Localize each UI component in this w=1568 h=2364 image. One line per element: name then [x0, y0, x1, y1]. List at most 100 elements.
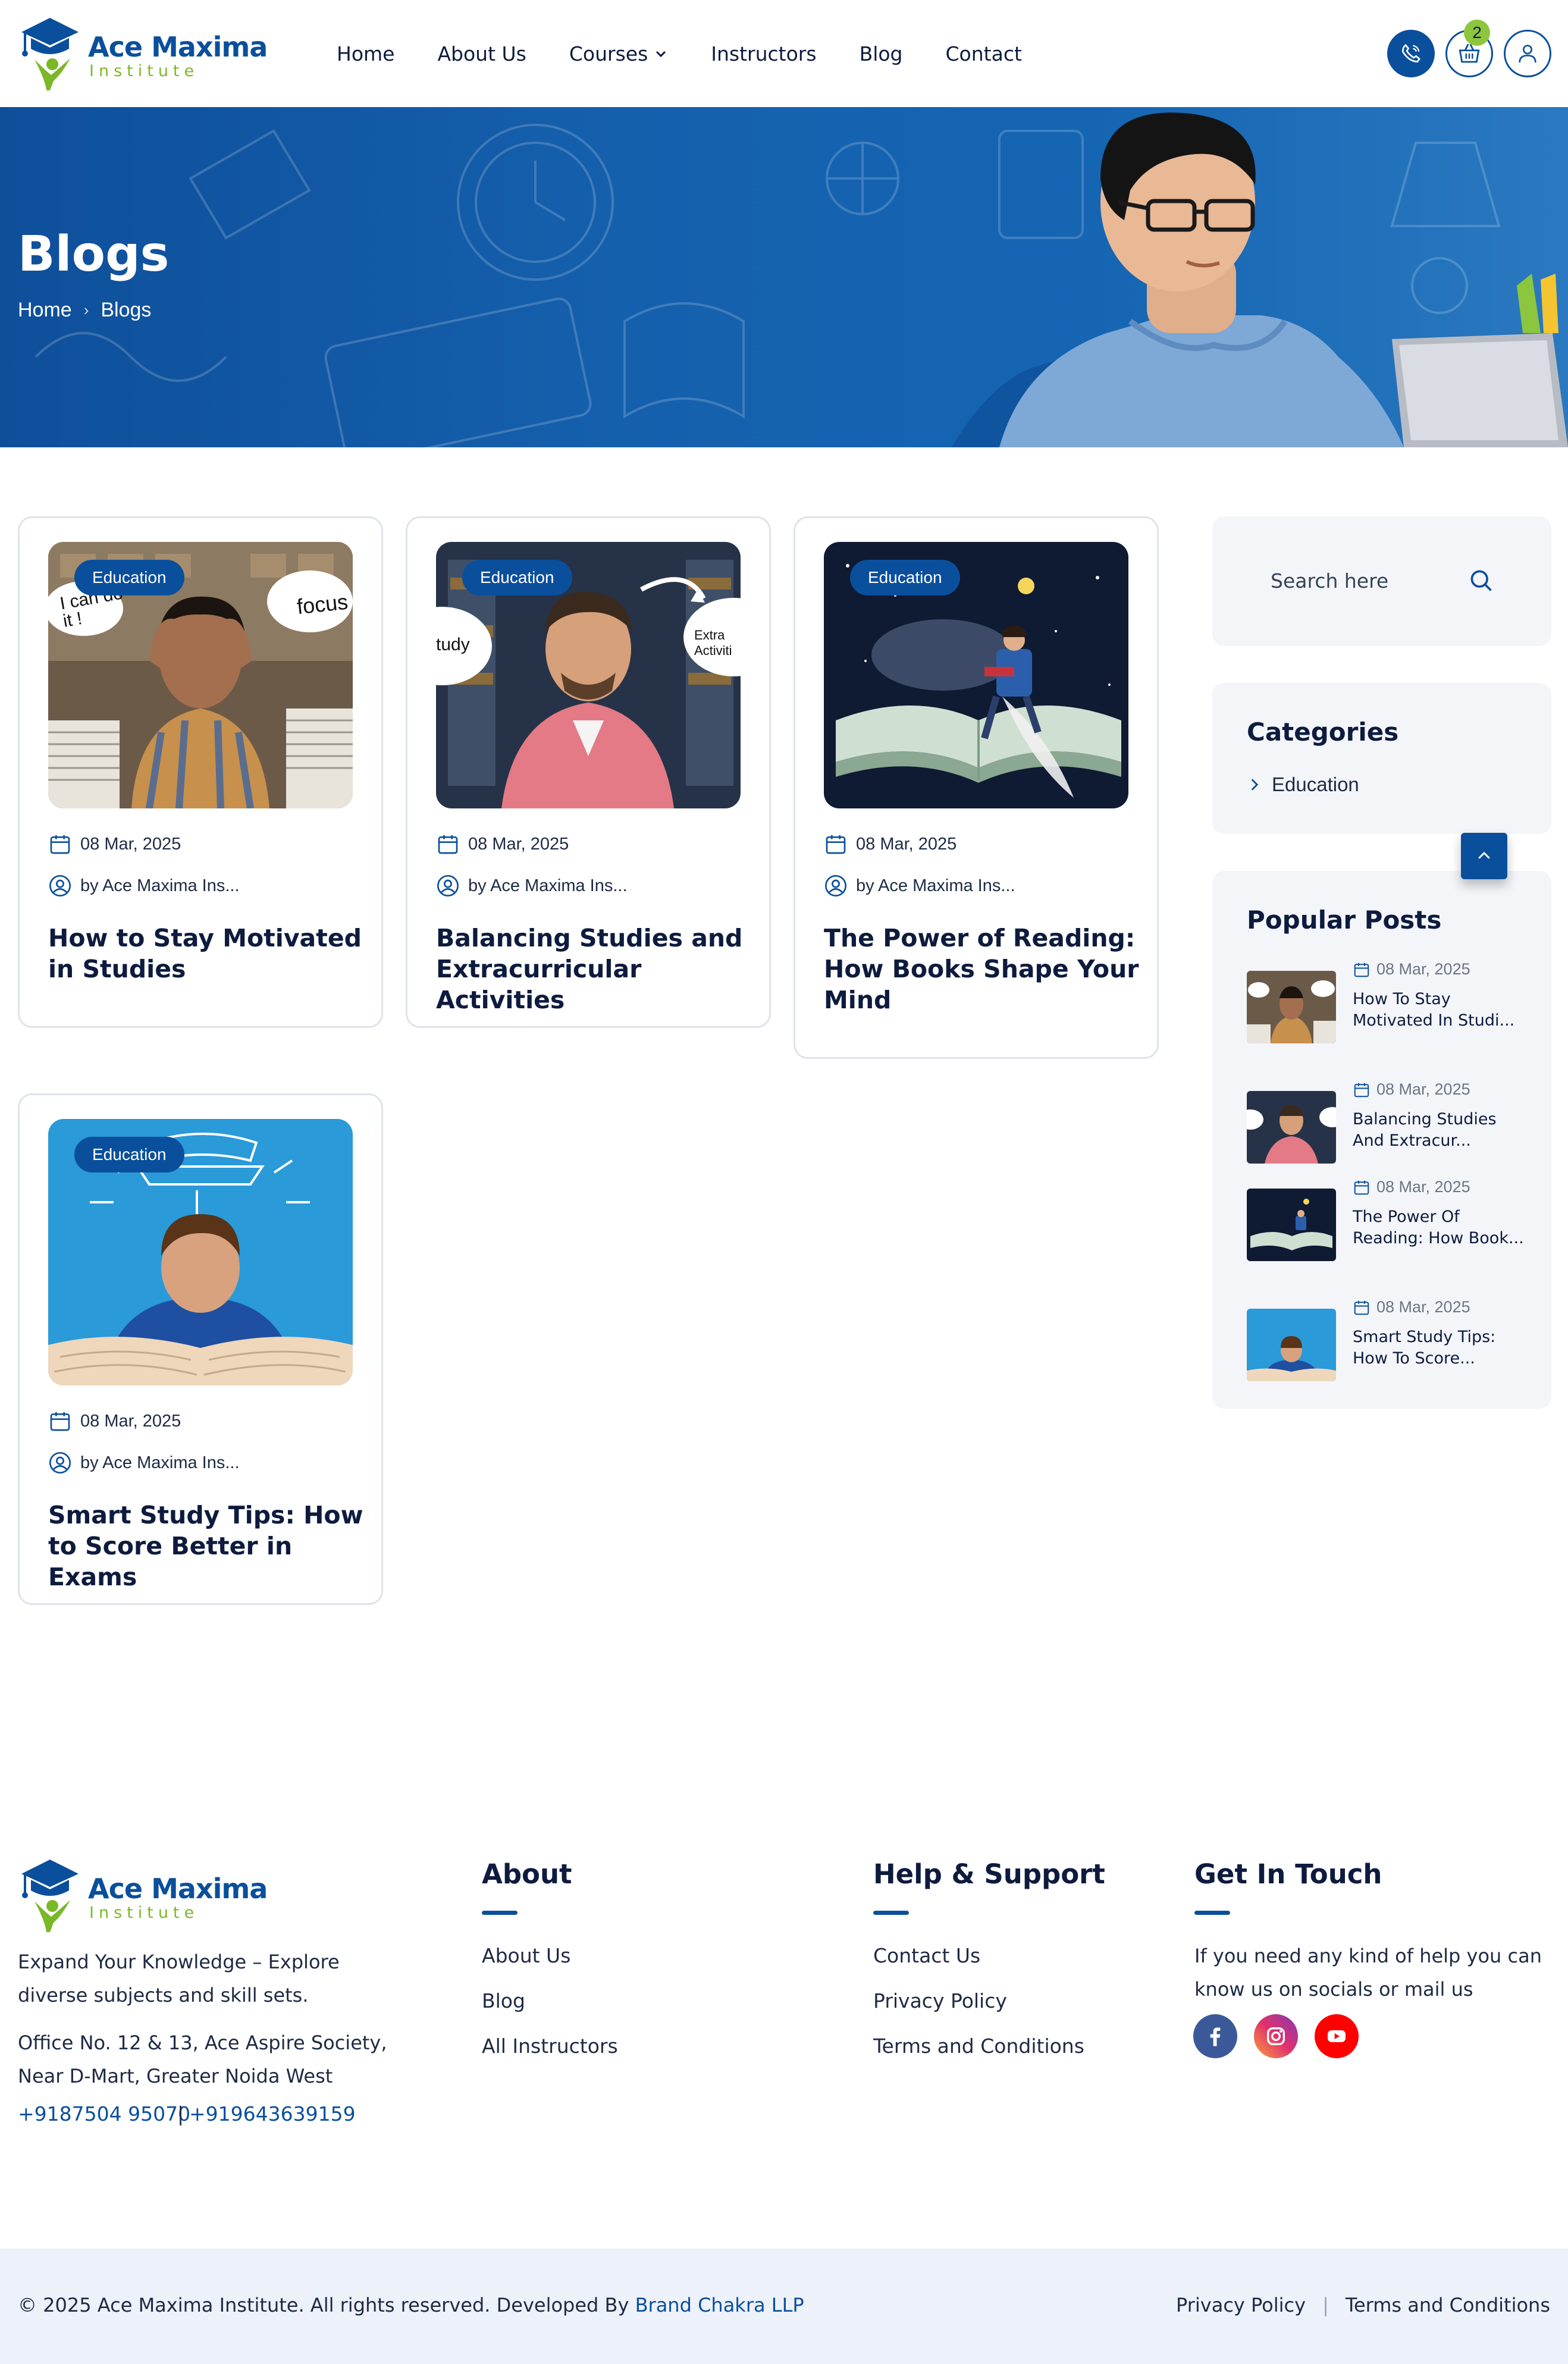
- category-tag[interactable]: Education: [74, 1137, 184, 1172]
- chevron-down-icon: [656, 51, 666, 58]
- post-title-link[interactable]: How to Stay Motivated in Studies: [48, 923, 363, 985]
- footer-link-contact-us[interactable]: Contact Us: [873, 1944, 980, 1967]
- popular-post-thumbnail[interactable]: [1247, 1189, 1336, 1261]
- user-circle-icon: [437, 875, 459, 896]
- footer-bottom-bar: © 2025 Ace Maxima Institute. All rights …: [0, 2249, 1568, 2364]
- blog-card[interactable]: Education 08 Mar, 2025 by Ace Maxima Ins…: [794, 516, 1159, 1059]
- popular-post-item[interactable]: 08 Mar, 2025 The Power Of Reading: How B…: [1247, 1178, 1538, 1261]
- copyright-label: © 2025 Ace Maxima Institute. All rights …: [18, 2294, 629, 2316]
- user-circle-icon: [49, 875, 71, 896]
- chevron-right-icon: [1251, 779, 1259, 791]
- footer-heading-underline: [873, 1911, 909, 1915]
- nav-courses-label: Courses: [569, 42, 648, 65]
- search-input[interactable]: [1271, 564, 1461, 597]
- post-author: by Ace Maxima Ins...: [436, 874, 628, 898]
- popular-post-title[interactable]: How To Stay Motivated In Studi...: [1353, 989, 1525, 1031]
- footer-link-blog[interactable]: Blog: [482, 1989, 525, 2012]
- footer-touch-heading: Get In Touch: [1194, 1858, 1382, 1890]
- popular-post-thumbnail[interactable]: [1247, 1309, 1336, 1381]
- popular-post-thumbnail[interactable]: [1247, 1091, 1336, 1164]
- sidebar-search: [1212, 516, 1551, 646]
- site-logo[interactable]: Ace Maxima Institute: [17, 14, 268, 95]
- image-bubble-text: tudy: [436, 635, 470, 654]
- phone-icon: [1401, 43, 1420, 63]
- site-header: Ace Maxima Institute Home About Us Cours…: [0, 0, 1568, 107]
- nav-about-us[interactable]: About Us: [437, 37, 526, 70]
- popular-post-date: 08 Mar, 2025: [1353, 1178, 1470, 1196]
- scroll-to-top-button[interactable]: [1461, 833, 1507, 879]
- popular-post-item[interactable]: 08 Mar, 2025 Balancing Studies And Extra…: [1247, 1080, 1538, 1164]
- popular-post-date: 08 Mar, 2025: [1353, 1080, 1470, 1099]
- breadcrumb-home[interactable]: Home: [18, 299, 72, 322]
- category-tag[interactable]: Education: [74, 560, 184, 595]
- post-author-text: by Ace Maxima Ins...: [856, 876, 1015, 895]
- popular-post-title[interactable]: The Power Of Reading: How Book...: [1353, 1206, 1525, 1249]
- footer-phone-2[interactable]: +919643639159: [189, 2102, 356, 2125]
- instagram-link[interactable]: [1254, 2014, 1298, 2058]
- bottom-link-privacy-policy[interactable]: Privacy Policy: [1176, 2294, 1306, 2316]
- studying-student-thumbnail: [1247, 1309, 1336, 1381]
- copyright-text: © 2025 Ace Maxima Institute. All rights …: [18, 2294, 804, 2316]
- breadcrumb: Home › Blogs: [18, 299, 151, 322]
- footer-phone-separator: |: [177, 2102, 184, 2125]
- youtube-link[interactable]: [1315, 2014, 1359, 2058]
- footer-link-about-us[interactable]: About Us: [482, 1944, 570, 1967]
- category-tag[interactable]: Education: [462, 560, 572, 595]
- bottom-link-terms[interactable]: Terms and Conditions: [1346, 2294, 1550, 2316]
- post-author-text: by Ace Maxima Ins...: [80, 1453, 240, 1472]
- post-title-link[interactable]: Smart Study Tips: How to Score Better in…: [48, 1500, 363, 1592]
- footer-link-all-instructors[interactable]: All Instructors: [482, 2034, 618, 2058]
- post-author-text: by Ace Maxima Ins...: [80, 876, 240, 895]
- footer-logo[interactable]: Ace Maxima Institute: [17, 1856, 268, 1936]
- header-actions: 2: [1387, 20, 1551, 77]
- blog-card-image[interactable]: Education: [824, 542, 1128, 808]
- instagram-icon: [1267, 2027, 1285, 2045]
- cart-button[interactable]: 2: [1445, 20, 1493, 77]
- search-icon[interactable]: [1468, 568, 1494, 594]
- facebook-link[interactable]: [1193, 2014, 1237, 2058]
- image-bubble-text: Extra Activiti: [694, 628, 732, 658]
- blog-card-image[interactable]: I can do it ! focus Education: [48, 542, 353, 808]
- footer-phone-1[interactable]: +9187504 95070: [18, 2102, 190, 2125]
- cart-count-badge: 2: [1464, 20, 1490, 46]
- post-author: by Ace Maxima Ins...: [48, 1451, 240, 1475]
- calendar-icon: [1354, 962, 1369, 977]
- blog-card-image[interactable]: Education: [48, 1119, 353, 1385]
- category-link-education[interactable]: Education: [1247, 773, 1359, 796]
- popular-post-date-text: 08 Mar, 2025: [1376, 1080, 1470, 1098]
- blog-card-image[interactable]: tudy Extra Activiti Education: [436, 542, 741, 808]
- balancing-student-thumbnail: [1247, 1091, 1336, 1164]
- blog-card[interactable]: I can do it ! focus Education 08 Mar, 20…: [18, 516, 383, 1028]
- developer-link[interactable]: Brand Chakra LLP: [635, 2294, 804, 2316]
- nav-contact[interactable]: Contact: [946, 37, 1022, 70]
- nav-home[interactable]: Home: [337, 37, 394, 70]
- nav-instructors[interactable]: Instructors: [711, 37, 816, 70]
- popular-post-title[interactable]: Smart Study Tips: How To Score...: [1353, 1327, 1525, 1369]
- phone-button[interactable]: [1387, 30, 1435, 77]
- page-title: Blogs: [18, 226, 170, 283]
- logo-icon: [21, 18, 79, 90]
- popular-post-item[interactable]: 08 Mar, 2025 How To Stay Motivated In St…: [1247, 960, 1538, 1043]
- nav-courses[interactable]: Courses: [569, 37, 668, 70]
- category-tag[interactable]: Education: [850, 560, 960, 595]
- popular-post-title[interactable]: Balancing Studies And Extracur...: [1353, 1109, 1525, 1152]
- footer-touch-text: If you need any kind of help you can kno…: [1194, 1945, 1542, 2001]
- blog-card[interactable]: Education 08 Mar, 2025 by Ace Maxima Ins…: [18, 1093, 383, 1605]
- logo-name: Ace Maxima: [88, 31, 268, 63]
- post-title-link[interactable]: Balancing Studies and Extracurricular Ac…: [436, 923, 751, 1015]
- blog-card[interactable]: tudy Extra Activiti Education 08 Mar, 20…: [406, 516, 771, 1028]
- post-date-text: 08 Mar, 2025: [80, 834, 181, 854]
- account-button[interactable]: [1504, 30, 1551, 77]
- post-date-text: 08 Mar, 2025: [80, 1411, 181, 1431]
- nav-blog[interactable]: Blog: [860, 37, 903, 70]
- calendar-icon: [826, 835, 846, 854]
- chevron-up-icon: [1478, 851, 1490, 859]
- post-title-link[interactable]: The Power of Reading: How Books Shape Yo…: [824, 923, 1139, 1015]
- footer-link-terms[interactable]: Terms and Conditions: [873, 2034, 1084, 2058]
- footer-link-privacy-policy[interactable]: Privacy Policy: [873, 1989, 1007, 2012]
- popular-post-date: 08 Mar, 2025: [1353, 1298, 1470, 1316]
- popular-post-thumbnail[interactable]: [1247, 971, 1336, 1043]
- popular-post-item[interactable]: 08 Mar, 2025 Smart Study Tips: How To Sc…: [1247, 1298, 1538, 1381]
- logo-icon: [21, 1860, 79, 1932]
- category-label: Education: [1272, 773, 1359, 795]
